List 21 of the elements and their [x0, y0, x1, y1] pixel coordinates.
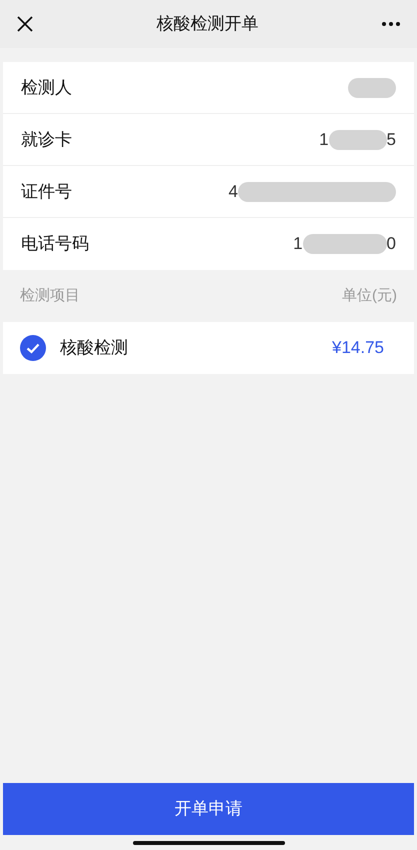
- unit-label: 单位(元): [342, 286, 397, 306]
- redaction-blur: [328, 130, 387, 150]
- page-title: 核酸检测开单: [156, 13, 260, 36]
- section-header: 检测项目: [20, 286, 80, 306]
- close-icon[interactable]: [16, 15, 34, 33]
- more-icon[interactable]: [381, 21, 401, 27]
- field-value: 1: [319, 128, 329, 151]
- redaction-blur: [348, 78, 396, 98]
- field-label: 检测人: [21, 76, 72, 99]
- item-name: 核酸检测: [60, 337, 128, 360]
- field-value: 1: [293, 233, 303, 256]
- field-value: 4: [228, 180, 238, 203]
- check-icon: [26, 342, 40, 354]
- field-label: 电话号码: [21, 233, 89, 256]
- item-price: ¥14.75: [332, 337, 384, 360]
- field-value: 5: [386, 128, 396, 151]
- field-label: 证件号: [21, 180, 72, 203]
- field-value: 0: [386, 233, 396, 256]
- checkbox[interactable]: [20, 335, 46, 361]
- field-label: 就诊卡: [21, 128, 72, 151]
- submit-button[interactable]: 开单申请: [3, 783, 414, 835]
